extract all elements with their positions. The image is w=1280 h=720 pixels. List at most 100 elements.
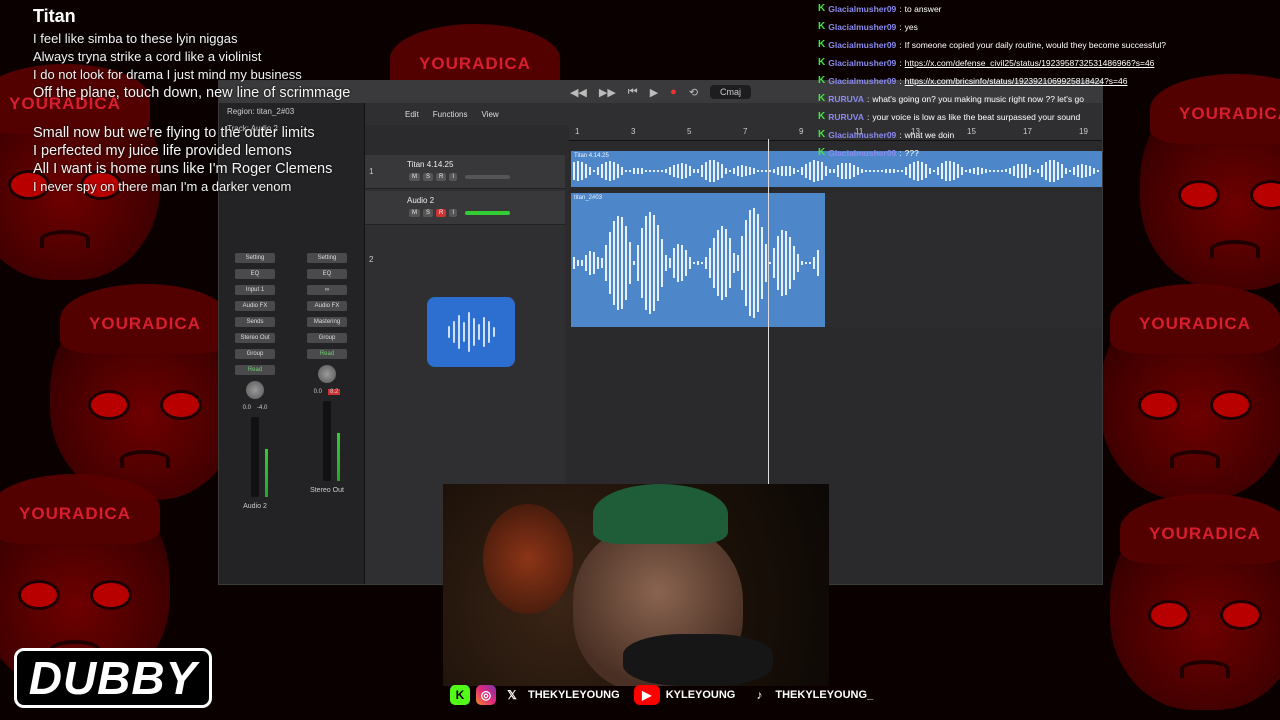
mute-button[interactable]: M xyxy=(409,209,420,217)
track-volume-slider[interactable] xyxy=(465,175,510,179)
waveform-bar xyxy=(633,168,635,174)
sends-button[interactable]: Sends xyxy=(235,317,275,327)
waveform-bar xyxy=(665,254,667,272)
output-button[interactable]: Stereo Out xyxy=(235,333,275,343)
waveform-bar xyxy=(689,166,691,176)
waveform-bar xyxy=(661,170,663,172)
chat-username[interactable]: Glacialmusher09 xyxy=(828,54,896,72)
waveform-bar xyxy=(909,164,911,178)
waveform-bar xyxy=(1065,167,1067,175)
automation-mode[interactable]: Read xyxy=(307,349,347,359)
pan-knob[interactable] xyxy=(246,381,264,399)
youtube-handle: KYLEYOUNG xyxy=(665,689,736,701)
tiktok-icon: ♪ xyxy=(756,688,763,702)
waveform-bar xyxy=(621,217,623,309)
chat-username[interactable]: Glacialmusher09 xyxy=(828,36,896,54)
waveform-bar xyxy=(1061,164,1063,178)
waveform-bar xyxy=(625,226,627,300)
waveform-bar xyxy=(793,245,795,281)
waveform-bar xyxy=(917,161,919,181)
waveform-bar xyxy=(725,167,727,175)
kick-badge-icon: K xyxy=(818,21,826,32)
waveform-bar xyxy=(613,162,615,180)
waveform-bar xyxy=(965,169,967,173)
tiktok-handle: THEKYLEYOUNG_ xyxy=(775,689,874,701)
track-header[interactable]: Audio 2 MSRI xyxy=(365,191,565,225)
waveform-bar xyxy=(609,161,611,181)
waveform-bar xyxy=(985,168,987,174)
waveform-bar xyxy=(733,167,735,175)
waveform-bar xyxy=(773,247,775,279)
input-button[interactable]: Input 1 xyxy=(235,285,275,295)
waveform-bar xyxy=(741,236,743,290)
ruler-tick: 7 xyxy=(743,127,748,136)
waveform-bar xyxy=(625,169,627,173)
waveform-bar xyxy=(797,170,799,172)
automation-mode[interactable]: Read xyxy=(235,365,275,375)
setting-button[interactable]: Setting xyxy=(235,253,275,263)
eq-button[interactable]: EQ xyxy=(235,269,275,279)
waveform-bar xyxy=(745,220,747,306)
track-name[interactable]: Audio 2 xyxy=(407,196,434,205)
play-icon[interactable]: ▶ xyxy=(650,86,658,99)
setting-button[interactable]: Setting xyxy=(307,253,347,263)
lyric-line: I feel like simba to these lyin niggas xyxy=(33,31,238,46)
chat-username[interactable]: Glacialmusher09 xyxy=(828,144,896,162)
volume-fader[interactable] xyxy=(323,401,340,481)
audio-region-audio2[interactable]: titan_2#03 xyxy=(571,193,825,327)
chat-text: what's going on? you making music right … xyxy=(872,94,1084,104)
link-icon[interactable]: ∞ xyxy=(307,285,347,295)
chat-link[interactable]: https://x.com/bricsinfo/status/192392106… xyxy=(905,72,1128,90)
input-monitor-button[interactable]: I xyxy=(449,209,458,217)
view-menu[interactable]: View xyxy=(481,110,498,119)
waveform-bar xyxy=(785,165,787,177)
waveform-bar xyxy=(957,163,959,178)
empty-track-lane[interactable] xyxy=(825,193,1102,327)
volume-fader[interactable] xyxy=(251,417,268,497)
waveform-bar xyxy=(797,254,799,272)
lcd-display[interactable]: Cmaj xyxy=(710,85,752,99)
waveform-bar xyxy=(649,170,651,172)
waveform-bar xyxy=(637,167,639,175)
waveform-bar xyxy=(601,163,603,179)
chat-username[interactable]: Glacialmusher09 xyxy=(828,126,896,144)
pan-knob[interactable] xyxy=(318,365,336,383)
functions-menu[interactable]: Functions xyxy=(433,110,468,119)
track-name[interactable]: Titan 4.14.25 xyxy=(407,160,453,169)
solo-button[interactable]: S xyxy=(423,209,434,217)
group-button[interactable]: Group xyxy=(235,349,275,359)
track-volume-slider[interactable] xyxy=(465,211,510,215)
ruler-tick: 9 xyxy=(799,127,804,136)
chat-message: K Glacialmusher09: If someone copied your … xyxy=(818,36,1166,54)
record-icon[interactable]: ● xyxy=(670,86,677,98)
song-title: Titan xyxy=(33,6,76,26)
to-start-icon[interactable]: ⏮ xyxy=(628,86,638,99)
audio-fx-button[interactable]: Audio FX xyxy=(307,301,347,311)
waveform-bar xyxy=(765,170,767,172)
chat-username[interactable]: Glacialmusher09 xyxy=(828,18,896,36)
mastering-button[interactable]: Mastering xyxy=(307,317,347,327)
chat-username[interactable]: Glacialmusher09 xyxy=(828,72,896,90)
eq-button[interactable]: EQ xyxy=(307,269,347,279)
waveform-bar xyxy=(697,260,699,266)
chat-link[interactable]: https://x.com/defense_civil25/status/192… xyxy=(905,54,1155,72)
waveform-bar xyxy=(889,168,891,174)
solo-button[interactable]: S xyxy=(423,173,434,181)
rewind-icon[interactable]: ◀◀ xyxy=(570,86,587,99)
strip-name: Stereo Out xyxy=(310,487,344,494)
audio-fx-button[interactable]: Audio FX xyxy=(235,301,275,311)
record-enable-button[interactable]: R xyxy=(436,209,447,217)
record-enable-button[interactable]: R xyxy=(436,173,447,181)
waveform-bar xyxy=(745,165,747,177)
cycle-icon[interactable]: ⟲ xyxy=(689,86,698,99)
waveform-bar xyxy=(813,160,815,182)
level-readout: 0.0 8.2 xyxy=(313,389,341,395)
chat-username[interactable]: RURUVA xyxy=(828,90,864,108)
chat-message: K Glacialmusher09: https://x.com/defense_c… xyxy=(818,54,1154,72)
group-button[interactable]: Group xyxy=(307,333,347,343)
kick-badge-icon: K xyxy=(818,147,826,158)
fast-forward-icon[interactable]: ▶▶ xyxy=(599,86,616,99)
chat-username[interactable]: Glacialmusher09 xyxy=(828,0,896,18)
input-monitor-button[interactable]: I xyxy=(449,173,458,181)
chat-username[interactable]: RURUVA xyxy=(828,108,864,126)
